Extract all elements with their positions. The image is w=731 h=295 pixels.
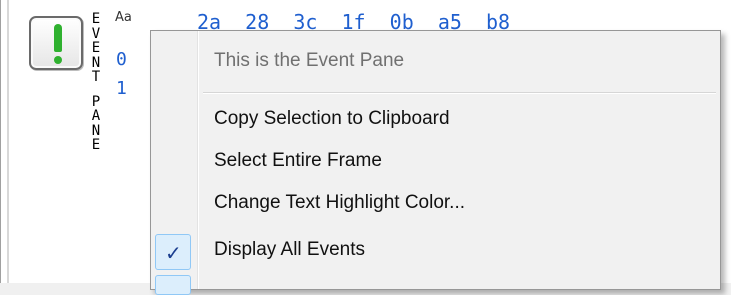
label-char: E	[91, 40, 101, 56]
row-number: 1	[116, 78, 127, 99]
label-char: T	[91, 69, 101, 85]
label-char: E	[91, 11, 101, 27]
label-char: N	[91, 122, 101, 139]
menu-title: This is the Event Pane	[214, 50, 405, 71]
label-char: N	[91, 54, 101, 71]
event-pane-vertical-label: E V E N T P A N E	[89, 12, 103, 153]
menu-item-change-highlight-color[interactable]: Change Text Highlight Color...	[214, 192, 465, 214]
label-char: P	[91, 93, 101, 110]
context-menu: This is the Event Pane Copy Selection to…	[150, 30, 721, 295]
check-icon: ✓	[165, 241, 182, 265]
menu-separator	[203, 92, 716, 93]
pane-frame	[7, 0, 9, 283]
row-number: 0	[116, 49, 127, 70]
exclamation-icon	[54, 24, 62, 52]
menu-check-indicator-partial	[155, 275, 191, 295]
menu-item-display-all-events[interactable]: Display All Events	[214, 239, 365, 261]
label-char: V	[91, 25, 101, 42]
label-char: E	[91, 137, 101, 153]
exclamation-dot	[54, 56, 62, 64]
label-char: A	[91, 108, 101, 124]
font-icon: Aa	[115, 10, 132, 25]
menu-item-copy-selection[interactable]: Copy Selection to Clipboard	[214, 108, 450, 130]
event-pane-button[interactable]	[29, 16, 83, 70]
menu-gutter-divider-highlight	[198, 31, 199, 289]
label-gap	[89, 85, 103, 95]
menu-check-indicator: ✓	[155, 234, 191, 270]
menu-item-select-entire-frame[interactable]: Select Entire Frame	[214, 150, 382, 172]
